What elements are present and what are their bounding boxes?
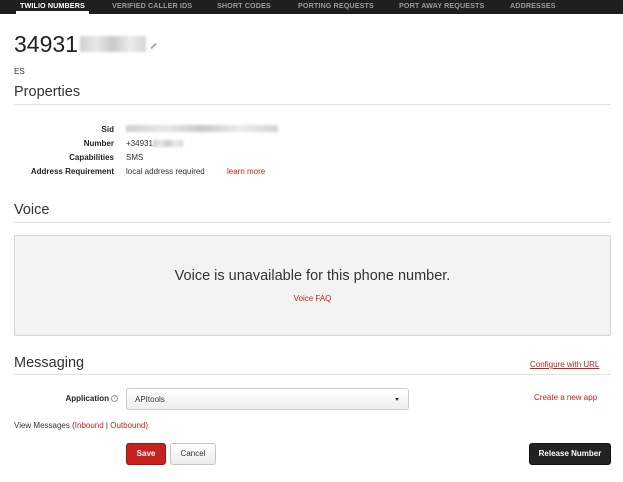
number-value: +34931 xyxy=(126,139,183,148)
redacted-digits xyxy=(79,35,146,52)
divider xyxy=(14,104,611,105)
capabilities-value: SMS xyxy=(126,153,144,162)
release-number-button[interactable]: Release Number xyxy=(529,443,611,465)
tab-porting-requests[interactable]: PORTING REQUESTS xyxy=(298,0,374,14)
tab-addresses[interactable]: ADDRESSES xyxy=(510,0,556,14)
application-select[interactable]: APItools xyxy=(126,388,409,410)
voice-unavailable-message: Voice is unavailable for this phone numb… xyxy=(174,268,451,284)
page-title: 34931 xyxy=(14,31,157,58)
divider xyxy=(14,374,611,375)
sid-value xyxy=(126,124,278,133)
messaging-heading: Messaging xyxy=(14,355,85,371)
application-label: Application? xyxy=(65,394,118,403)
create-new-app-link[interactable]: Create a new app xyxy=(534,393,597,402)
address-requirement-value: local address required xyxy=(126,167,205,176)
sid-label: Sid xyxy=(101,125,114,134)
voice-unavailable-panel: Voice is unavailable for this phone numb… xyxy=(14,235,611,336)
cancel-button[interactable]: Cancel xyxy=(170,443,216,465)
redacted-sid xyxy=(126,125,278,133)
address-requirement-label: Address Requirement xyxy=(30,167,114,176)
inbound-link[interactable]: Inbound xyxy=(75,421,104,430)
voice-faq-link[interactable]: Voice FAQ xyxy=(15,294,610,303)
phone-number: 34931 xyxy=(14,31,78,57)
tab-twilio-numbers[interactable]: TWILIO NUMBERS xyxy=(16,0,89,14)
save-button[interactable]: Save xyxy=(126,443,166,465)
properties-heading: Properties xyxy=(14,84,81,100)
number-label: Number xyxy=(83,139,114,148)
learn-more-link[interactable]: learn more xyxy=(227,167,265,176)
application-selected-value: APItools xyxy=(135,395,165,404)
chevron-down-icon xyxy=(395,398,399,401)
divider xyxy=(14,222,611,223)
top-nav: TWILIO NUMBERS VERIFIED CALLER IDS SHORT… xyxy=(0,0,623,14)
capabilities-label: Capabilities xyxy=(69,153,114,162)
tab-short-codes[interactable]: SHORT CODES xyxy=(217,0,271,14)
outbound-link[interactable]: Outbound xyxy=(110,421,145,430)
configure-with-url-link[interactable]: Configure with URL xyxy=(530,360,599,369)
view-messages: View Messages (Inbound | Outbound) xyxy=(14,421,149,430)
help-icon[interactable]: ? xyxy=(111,395,118,403)
voice-heading: Voice xyxy=(14,202,50,218)
tab-verified-caller-ids[interactable]: VERIFIED CALLER IDS xyxy=(112,0,192,14)
pencil-icon[interactable] xyxy=(150,42,157,50)
redacted-number xyxy=(152,140,183,148)
tab-port-away-requests[interactable]: PORT AWAY REQUESTS xyxy=(399,0,484,14)
country-code: ES xyxy=(14,67,25,76)
